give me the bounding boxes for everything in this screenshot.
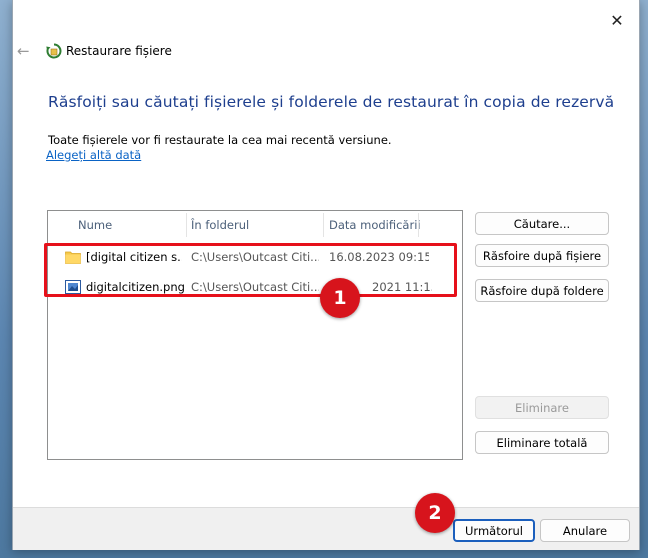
next-button[interactable]: Următorul — [453, 519, 535, 542]
remove-all-button[interactable]: Eliminare totală — [475, 431, 609, 454]
back-arrow-icon[interactable]: ← — [17, 42, 33, 60]
remove-button[interactable]: Eliminare — [475, 396, 609, 419]
annotation-badge-1: 1 — [320, 278, 360, 318]
restore-info-text: Toate fișierele vor fi restaurate la cea… — [48, 133, 392, 147]
annotation-badge-2: 2 — [415, 493, 455, 533]
file-folder: C:\Users\Outcast Citi... — [191, 280, 319, 294]
column-header-date[interactable]: Data modificării — [329, 211, 421, 239]
image-file-icon — [65, 280, 81, 294]
file-date: 2021 11:15 — [372, 280, 432, 294]
column-divider[interactable] — [186, 213, 187, 237]
cancel-button[interactable]: Anulare — [540, 519, 630, 542]
browse-files-button[interactable]: Răsfoire după fișiere — [475, 244, 609, 267]
close-button[interactable]: ✕ — [595, 0, 639, 40]
restore-files-dialog: ✕ ← Restaurare fișiere Răsfoiți sau căut… — [12, 0, 640, 550]
file-name: digitalcitizen.png — [86, 280, 185, 294]
folder-icon — [65, 251, 81, 264]
close-icon: ✕ — [610, 10, 624, 30]
column-header-folder[interactable]: În folderul — [191, 211, 249, 239]
column-divider[interactable] — [418, 213, 419, 237]
browse-folders-button[interactable]: Răsfoire după foldere — [475, 279, 609, 302]
file-date: 16.08.2023 09:15 — [329, 250, 429, 264]
list-header: Nume În folderul Data modificării — [48, 211, 462, 239]
page-heading: Răsfoiți sau căutați fișierele și folder… — [48, 93, 615, 111]
column-divider[interactable] — [323, 213, 324, 237]
list-item[interactable]: digitalcitizen.png C:\Users\Outcast Citi… — [48, 272, 462, 302]
search-button[interactable]: Căutare... — [475, 212, 609, 235]
badge-number: 1 — [333, 287, 347, 309]
file-folder: C:\Users\Outcast Citi... — [191, 250, 319, 264]
badge-number: 2 — [428, 502, 442, 524]
list-item[interactable]: [digital citizen s... C:\Users\Outcast C… — [48, 242, 462, 272]
column-header-name[interactable]: Nume — [78, 211, 112, 239]
dialog-header: ← Restaurare fișiere — [13, 36, 639, 68]
dialog-title: Restaurare fișiere — [66, 44, 172, 58]
file-name: [digital citizen s... — [86, 250, 182, 264]
files-list[interactable]: Nume În folderul Data modificării [digit… — [47, 210, 463, 460]
choose-another-date-link[interactable]: Alegeți altă dată — [46, 148, 141, 162]
restore-files-icon — [46, 43, 62, 59]
